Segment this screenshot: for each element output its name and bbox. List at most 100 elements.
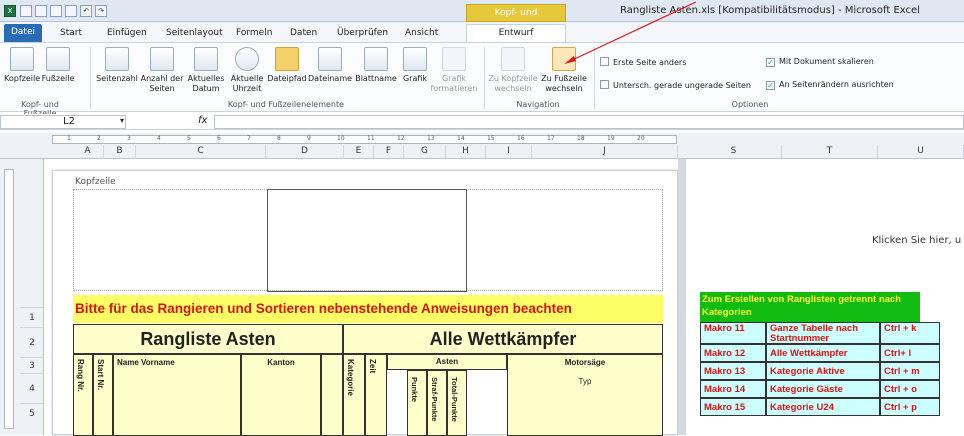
zu-kopfzeile-button[interactable]: Zu Kopfzeile wechseln	[488, 47, 538, 94]
header-label: Kopfzeile	[75, 177, 116, 187]
ruler-tick: 3	[127, 135, 131, 142]
macro-description: Ganze Tabelle nach Startnummer	[766, 322, 880, 344]
macro-name: Makro 14	[700, 380, 766, 398]
column-header[interactable]: J	[532, 145, 678, 159]
new-file-icon[interactable]	[20, 5, 32, 17]
kopfzeile-button[interactable]: Kopfzeile	[4, 47, 40, 84]
header-motorsaege: Motorsäge Typ	[507, 354, 663, 436]
macro-shortcut: Ctrl + m	[880, 362, 940, 380]
ruler-tick: 10	[337, 135, 345, 142]
seitenraender-ausrichten-checkbox[interactable]: ✓ An Seitenrändern ausrichten	[766, 80, 894, 90]
save-icon[interactable]	[50, 5, 62, 17]
formula-input[interactable]	[214, 115, 964, 129]
picture-icon	[403, 47, 427, 71]
column-header[interactable]: F	[374, 145, 404, 159]
ruler-tick: 4	[157, 135, 161, 142]
row-header[interactable]: 5	[20, 403, 44, 423]
excel-logo-icon: X	[4, 5, 16, 17]
ruler-tick: 18	[577, 135, 585, 142]
column-header[interactable]: I	[486, 145, 532, 159]
title-left: Rangliste Asten	[73, 324, 343, 354]
ruler-tick: 15	[487, 135, 495, 142]
tab-formeln[interactable]: Formeln	[236, 25, 272, 42]
dateiname-button[interactable]: Dateiname	[308, 47, 352, 84]
calendar-icon	[194, 47, 218, 71]
ruler-tick: 6	[217, 135, 221, 142]
mit-dokument-skalieren-checkbox[interactable]: ✓ Mit Dokument skalieren	[766, 57, 874, 67]
tab-entwurf[interactable]: Entwurf	[466, 24, 566, 43]
sheet-icon	[364, 47, 388, 71]
column-header[interactable]: D	[266, 145, 344, 159]
header-name: Name Vorname	[113, 354, 241, 436]
macro-name: Makro 12	[700, 344, 766, 362]
aktuelle-uhrzeit-button[interactable]: Aktuelle Uhrzeit	[228, 47, 266, 94]
anzahl-seiten-button[interactable]: Anzahl der Seiten	[140, 47, 184, 94]
column-header[interactable]: B	[104, 145, 136, 159]
macro-name: Makro 13	[700, 362, 766, 380]
formula-bar: L2 ▾ fx	[0, 114, 964, 130]
checkmark-icon: ✓	[766, 58, 775, 67]
column-header[interactable]: S	[686, 145, 782, 159]
grafik-button[interactable]: Grafik	[400, 47, 430, 84]
format-picture-icon	[442, 47, 466, 71]
dateipfad-button[interactable]: Dateipfad	[266, 47, 308, 84]
row-header[interactable]: 2	[20, 327, 44, 357]
grafik-formatieren-button[interactable]: Grafik formatieren	[430, 47, 478, 94]
footer-icon	[46, 47, 70, 71]
click-to-add-header[interactable]: Klicken Sie hier, u	[872, 235, 961, 246]
column-header[interactable]: E	[344, 145, 374, 159]
ruler-tick: 9	[307, 135, 311, 142]
macro-shortcut: Ctrl + p	[880, 398, 940, 416]
gerade-ungerade-checkbox[interactable]: Untersch. gerade ungerade Seiten	[600, 80, 751, 90]
redo-icon[interactable]: ↷	[95, 5, 107, 17]
row-header[interactable]: 4	[20, 373, 44, 403]
aktuelles-datum-button[interactable]: Aktuelles Datum	[186, 47, 226, 94]
name-box[interactable]: L2	[0, 115, 126, 129]
open-folder-icon[interactable]	[35, 5, 47, 17]
page-number-icon	[105, 47, 129, 71]
group-label-navigation: Navigation	[516, 100, 560, 109]
undo-icon[interactable]: ↶	[80, 5, 92, 17]
header-start: Start Nr.	[96, 359, 105, 391]
column-header-bar: 1 2 3 4 5 6 7 8 9 10 11 12 13 14 15 16 17 18 19 20 A B C D …	[0, 133, 964, 159]
tab-ansicht[interactable]: Ansicht	[405, 25, 438, 42]
column-header[interactable]: A	[72, 145, 104, 159]
vertical-ruler	[4, 169, 14, 429]
macro-shortcut: Ctrl+ l	[880, 344, 940, 362]
instruction-banner: Bitte für das Rangieren und Sortieren ne…	[73, 295, 663, 323]
print-preview-icon[interactable]	[65, 5, 77, 17]
group-label-optionen: Optionen	[731, 100, 769, 109]
page-gutter	[678, 159, 686, 435]
ruler-tick: 14	[457, 135, 465, 142]
tab-seitenlayout[interactable]: Seitenlayout	[166, 25, 223, 42]
ruler-tick: 12	[397, 135, 405, 142]
ribbon-tabs: Datei Start Einfügen Seitenlayout Formel…	[0, 22, 964, 43]
blattname-button[interactable]: Blattname	[354, 47, 398, 84]
column-header[interactable]: G	[404, 145, 446, 159]
macro-title: Zum Erstellen von Ranglisten getrennt na…	[700, 292, 920, 322]
fx-icon[interactable]: fx	[198, 115, 207, 126]
ruler-tick: 17	[547, 135, 555, 142]
tab-start[interactable]: Start	[60, 25, 82, 42]
tab-datei[interactable]: Datei	[4, 24, 42, 42]
annotation-arrow-icon	[564, 1, 697, 64]
macro-description: Kategorie Gäste	[766, 380, 880, 398]
ruler-tick: 13	[427, 135, 435, 142]
column-header[interactable]: U	[878, 145, 964, 159]
header-strafpunkte: Straf-Punkte	[430, 377, 439, 422]
column-header[interactable]: T	[782, 145, 878, 159]
tab-daten[interactable]: Daten	[290, 25, 317, 42]
horizontal-ruler: 1 2 3 4 5 6 7 8 9 10 11 12 13 14 15 16 17 18 19 20	[52, 135, 677, 144]
row-header[interactable]: 1	[20, 307, 44, 327]
seitenzahl-button[interactable]: Seitenzahl	[94, 47, 140, 84]
header-center-section[interactable]	[267, 189, 467, 292]
dropdown-arrow-icon[interactable]: ▾	[120, 116, 124, 125]
fusszeile-button[interactable]: Fußzeile	[40, 47, 76, 84]
title-bar: X ↶ ↷ Kopf- und Fußzeilentools Rangliste…	[0, 0, 964, 34]
folder-icon	[275, 47, 299, 71]
row-header[interactable]: 3	[20, 357, 44, 373]
column-header[interactable]: C	[136, 145, 266, 159]
column-header[interactable]: H	[446, 145, 486, 159]
tab-einfuegen[interactable]: Einfügen	[107, 25, 147, 42]
tab-ueberpruefen[interactable]: Überprüfen	[337, 25, 388, 42]
